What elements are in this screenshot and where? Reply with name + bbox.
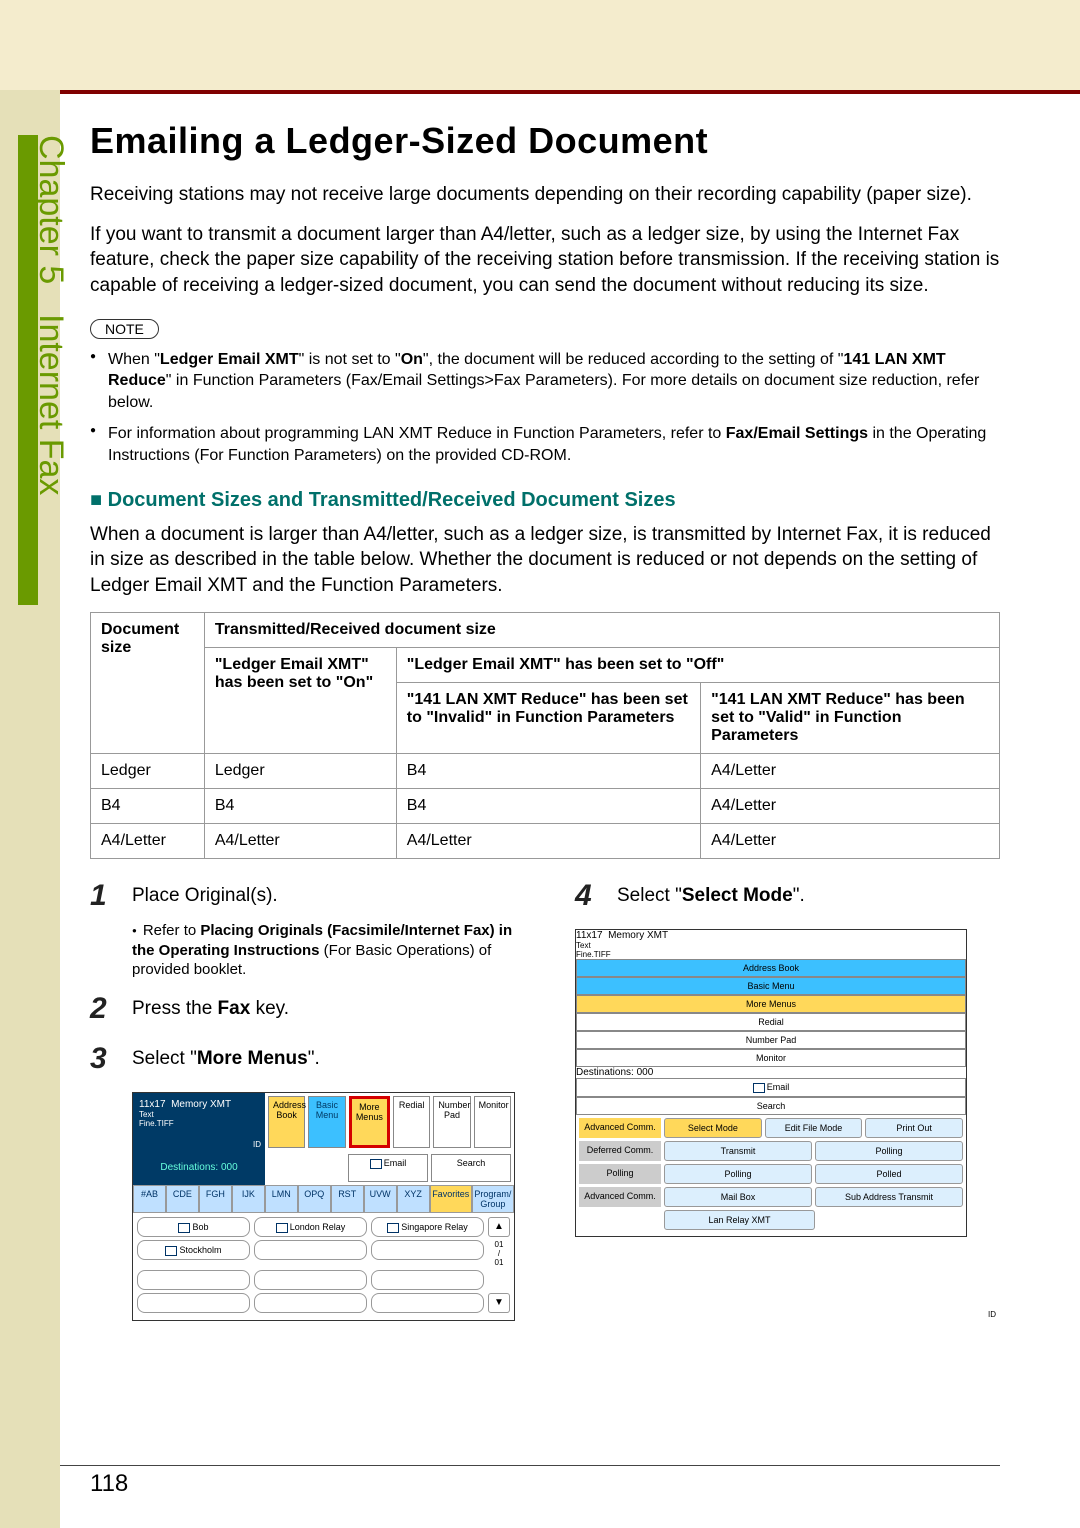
size-table: Document size Transmitted/Received docum… bbox=[90, 612, 1000, 859]
th-doc-size: Document size bbox=[91, 613, 205, 754]
redial-button[interactable]: Redial bbox=[393, 1096, 430, 1148]
table-row: B4B4B4A4/Letter bbox=[91, 789, 1000, 824]
chapter-text: Chapter 5 Internet Fax bbox=[18, 135, 70, 605]
lan-relay-button[interactable]: Lan Relay XMT bbox=[664, 1210, 815, 1230]
email-button[interactable]: Email bbox=[348, 1154, 428, 1182]
top-cream-band bbox=[0, 0, 1080, 90]
tab-opq[interactable]: OPQ bbox=[298, 1185, 331, 1213]
table-row: LedgerLedgerB4A4/Letter bbox=[91, 754, 1000, 789]
tab-rst[interactable]: RST bbox=[331, 1185, 364, 1213]
polling-button-2[interactable]: Polling bbox=[664, 1164, 812, 1184]
more-menus-button[interactable]: More Menus bbox=[576, 995, 966, 1013]
step-num-4: 4 bbox=[575, 879, 603, 913]
th-trx: Transmitted/Received document size bbox=[204, 613, 999, 648]
email-button[interactable]: Email bbox=[576, 1078, 966, 1097]
mail-icon bbox=[370, 1159, 382, 1169]
tab-uvw[interactable]: UVW bbox=[364, 1185, 397, 1213]
print-out-button[interactable]: Print Out bbox=[865, 1118, 963, 1138]
table-row: A4/LetterA4/LetterA4/LetterA4/Letter bbox=[91, 824, 1000, 859]
scroll-down-button[interactable]: ▼ bbox=[488, 1293, 510, 1313]
search-button[interactable]: Search bbox=[431, 1154, 511, 1182]
step-num-1: 1 bbox=[90, 879, 118, 913]
tab-program-group[interactable]: Program/ Group bbox=[472, 1185, 514, 1213]
fax-icon bbox=[165, 1246, 177, 1256]
address-book-button[interactable]: Address Book bbox=[268, 1096, 305, 1148]
note-item-1: When "Ledger Email XMT" is not set to "O… bbox=[90, 349, 1000, 414]
monitor-button[interactable]: Monitor bbox=[576, 1049, 966, 1067]
page-number: 118 bbox=[90, 1470, 128, 1498]
chapter-label: Chapter 5 bbox=[32, 135, 70, 284]
step-1-note: Refer to Placing Originals (Facsimile/In… bbox=[90, 921, 515, 980]
panel1-status: 11x17 Memory XMT TextFine.TIFF ID bbox=[133, 1093, 265, 1151]
dest-empty[interactable] bbox=[371, 1240, 484, 1260]
mail-box-button[interactable]: Mail Box bbox=[664, 1187, 812, 1207]
select-mode-button[interactable]: Select Mode bbox=[664, 1118, 762, 1138]
step-num-3: 3 bbox=[90, 1042, 118, 1076]
mode-hdr-poll: Polling bbox=[579, 1164, 661, 1184]
subheading-para: When a document is larger than A4/letter… bbox=[90, 522, 1000, 599]
panel1-destinations: Destinations: 000 bbox=[133, 1151, 265, 1185]
mode-hdr-adv2: Advanced Comm. bbox=[579, 1187, 661, 1207]
address-book-button[interactable]: Address Book bbox=[576, 959, 966, 977]
step-num-2: 2 bbox=[90, 992, 118, 1026]
page-indicator: 01 / 01 bbox=[488, 1240, 510, 1267]
mail-icon bbox=[178, 1223, 190, 1233]
mail-icon bbox=[276, 1223, 288, 1233]
tab-fgh[interactable]: FGH bbox=[199, 1185, 232, 1213]
polling-button[interactable]: Polling bbox=[815, 1141, 963, 1161]
panel1-tabs: #AB CDE FGH IJK LMN OPQ RST UVW XYZ Favo… bbox=[133, 1185, 514, 1213]
sub-addr-button[interactable]: Sub Address Transmit bbox=[815, 1187, 963, 1207]
number-pad-button[interactable]: Number Pad bbox=[576, 1031, 966, 1049]
step-4-text: Select "Select Mode". bbox=[617, 879, 805, 913]
tab-ab[interactable]: #AB bbox=[133, 1185, 166, 1213]
panel2-destinations: Destinations: 000 bbox=[576, 1067, 966, 1078]
th-valid: "141 LAN XMT Reduce" has been set to "Va… bbox=[701, 683, 1000, 754]
mail-icon bbox=[387, 1223, 399, 1233]
tab-lmn[interactable]: LMN bbox=[265, 1185, 298, 1213]
step-3-text: Select "More Menus". bbox=[132, 1042, 320, 1076]
tab-xyz[interactable]: XYZ bbox=[397, 1185, 430, 1213]
fax-panel-1: 11x17 Memory XMT TextFine.TIFF ID Addres… bbox=[132, 1092, 515, 1321]
tab-cde[interactable]: CDE bbox=[166, 1185, 199, 1213]
scroll-up-button[interactable]: ▲ bbox=[488, 1217, 510, 1237]
note-item-2: For information about programming LAN XM… bbox=[90, 423, 1000, 466]
step-2-text: Press the Fax key. bbox=[132, 992, 289, 1026]
subheading: Document Sizes and Transmitted/Received … bbox=[90, 489, 1000, 512]
more-menus-button[interactable]: More Menus bbox=[349, 1096, 390, 1148]
note-badge: NOTE bbox=[90, 319, 159, 339]
edit-file-mode-button[interactable]: Edit File Mode bbox=[765, 1118, 863, 1138]
number-pad-button[interactable]: Number Pad bbox=[433, 1096, 470, 1148]
fax-panel-2: 11x17 Memory XMT TextFine.TIFF ID Addres… bbox=[575, 929, 967, 1237]
dest-bob[interactable]: Bob bbox=[137, 1217, 250, 1237]
dest-empty[interactable] bbox=[254, 1240, 367, 1260]
mode-hdr-adv: Advanced Comm. bbox=[579, 1118, 661, 1138]
top-rule bbox=[0, 90, 1080, 94]
chapter-tab: Chapter 5 Internet Fax bbox=[18, 135, 70, 605]
basic-menu-button[interactable]: Basic Menu bbox=[576, 977, 966, 995]
monitor-button[interactable]: Monitor bbox=[474, 1096, 511, 1148]
page-title: Emailing a Ledger-Sized Document bbox=[90, 120, 1000, 162]
footer-rule bbox=[60, 1465, 1000, 1466]
search-button[interactable]: Search bbox=[576, 1097, 966, 1115]
th-invalid: "141 LAN XMT Reduce" has been set to "In… bbox=[396, 683, 700, 754]
step-1-text: Place Original(s). bbox=[132, 879, 278, 913]
basic-menu-button[interactable]: Basic Menu bbox=[308, 1096, 345, 1148]
panel1-destlist: Bob London Relay Singapore Relay ▲ Stock… bbox=[133, 1213, 514, 1320]
intro-para-1: Receiving stations may not receive large… bbox=[90, 182, 1000, 208]
tab-ijk[interactable]: IJK bbox=[232, 1185, 265, 1213]
chapter-section: Internet Fax bbox=[32, 314, 70, 495]
dest-london[interactable]: London Relay bbox=[254, 1217, 367, 1237]
redial-button[interactable]: Redial bbox=[576, 1013, 966, 1031]
panel2-status: 11x17 Memory XMT TextFine.TIFF ID bbox=[576, 930, 966, 959]
dest-singapore[interactable]: Singapore Relay bbox=[371, 1217, 484, 1237]
th-led-off: "Ledger Email XMT" has been set to "Off" bbox=[396, 648, 999, 683]
mail-icon bbox=[753, 1083, 765, 1093]
mode-hdr-def: Deferred Comm. bbox=[579, 1141, 661, 1161]
th-led-on: "Ledger Email XMT" has been set to "On" bbox=[204, 648, 396, 754]
intro-para-2: If you want to transmit a document large… bbox=[90, 222, 1000, 299]
polled-button[interactable]: Polled bbox=[815, 1164, 963, 1184]
dest-stockholm[interactable]: Stockholm bbox=[137, 1240, 250, 1260]
transmit-button[interactable]: Transmit bbox=[664, 1141, 812, 1161]
tab-favorites[interactable]: Favorites bbox=[430, 1185, 472, 1213]
